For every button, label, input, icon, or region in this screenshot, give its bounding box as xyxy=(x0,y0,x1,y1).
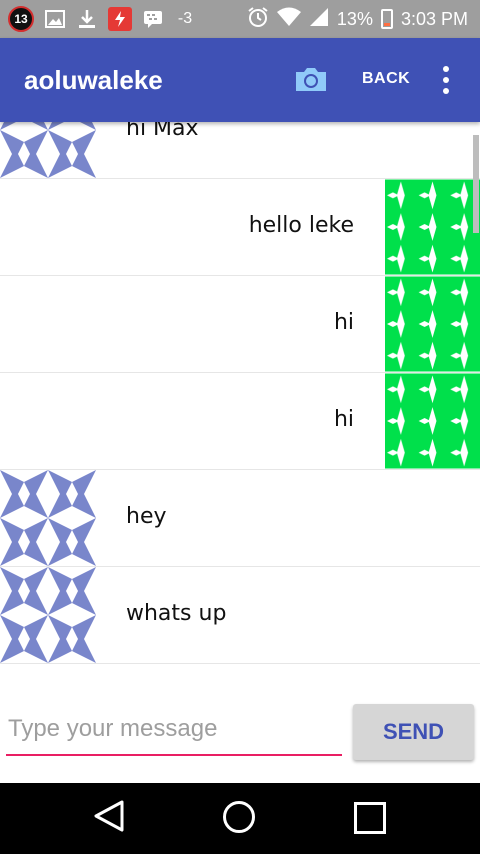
gallery-icon xyxy=(44,9,66,29)
wifi-icon xyxy=(276,7,301,32)
app-notification-icon xyxy=(108,7,132,31)
self-avatar-identicon xyxy=(385,276,480,372)
message-text: hi xyxy=(333,310,354,335)
status-bar: 13 -3 13% 3:03 PM xyxy=(0,0,480,38)
send-button[interactable]: SEND xyxy=(353,704,474,760)
conversation-title: aoluwaleke xyxy=(24,64,163,95)
message-list[interactable]: hi Max hello leke hi hi hey whats up xyxy=(0,122,480,687)
message-text: hi xyxy=(333,407,354,432)
battery-percent: 13% xyxy=(336,8,373,29)
signal-text-icon: -3 xyxy=(177,10,193,27)
message-text: hey xyxy=(126,504,167,529)
camera-icon[interactable] xyxy=(294,66,328,92)
alarm-icon xyxy=(247,6,269,33)
message-row[interactable]: hi Max xyxy=(0,122,480,179)
self-avatar-identicon xyxy=(385,373,480,469)
cell-signal-icon xyxy=(309,7,329,32)
message-text: whats up xyxy=(126,601,227,626)
app-bar: aoluwaleke BACK xyxy=(0,38,480,122)
message-row[interactable]: hi xyxy=(0,373,480,470)
battery-icon xyxy=(380,9,393,29)
nav-back-icon[interactable] xyxy=(92,799,126,833)
back-button[interactable]: BACK xyxy=(362,70,410,88)
bbm-icon xyxy=(142,9,164,29)
notification-count-badge: 13 xyxy=(8,6,34,32)
list-scrollbar[interactable] xyxy=(473,135,479,233)
download-icon xyxy=(76,9,98,29)
message-row[interactable]: hey xyxy=(0,470,480,567)
message-row[interactable]: whats up xyxy=(0,567,480,664)
message-input[interactable] xyxy=(6,708,342,756)
message-row[interactable]: hi xyxy=(0,276,480,373)
contact-avatar-identicon xyxy=(0,122,96,178)
message-text: hello leke xyxy=(248,213,354,238)
message-row[interactable]: hello leke xyxy=(0,179,480,276)
nav-recents-icon[interactable] xyxy=(354,802,386,834)
contact-avatar-identicon xyxy=(0,567,96,663)
more-vert-icon[interactable] xyxy=(440,66,452,94)
contact-avatar-identicon xyxy=(0,470,96,566)
system-nav-bar xyxy=(0,783,480,854)
message-text: hi Max xyxy=(126,122,199,141)
self-avatar-identicon xyxy=(385,179,480,275)
nav-home-icon[interactable] xyxy=(223,801,255,833)
clock: 3:03 PM xyxy=(400,8,468,29)
